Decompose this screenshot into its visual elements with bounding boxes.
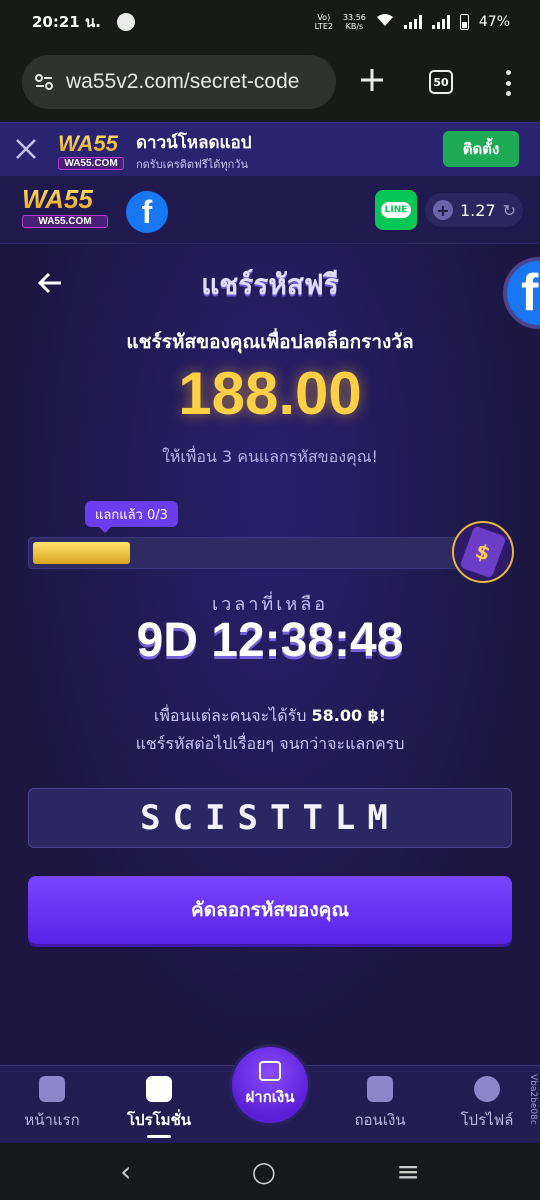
site-logo-text: WA55 [22, 184, 93, 214]
progress-badge: แลกแล้ว 0/3 [85, 501, 178, 533]
system-recents-icon[interactable]: ≡ [396, 1155, 419, 1188]
status-time: 20:21 น. [32, 13, 101, 31]
page-subtitle: แชร์รหัสของคุณเพื่อปลดล็อกรางวัล [126, 331, 414, 353]
progress-fill [33, 542, 130, 564]
line-notification-icon [116, 13, 135, 31]
active-indicator [147, 1135, 171, 1138]
line-label: LINE [380, 202, 412, 218]
balance-value: 1.27 [460, 200, 496, 220]
nav-withdraw[interactable]: ถอนเงิน [330, 1076, 430, 1132]
close-icon[interactable] [14, 137, 38, 161]
signal-icon-2 [431, 15, 450, 29]
home-icon [39, 1076, 65, 1102]
invite-text: ให้เพื่อน 3 คนแลกรหัสของคุณ! [162, 447, 378, 466]
network-speed: 33.56 KB/s [342, 13, 366, 31]
system-home-icon[interactable]: ○ [252, 1155, 276, 1188]
url-text[interactable]: wa55v2.com/secret-code [66, 70, 299, 94]
browser-toolbar: wa55v2.com/secret-code 50 [0, 44, 540, 122]
refresh-icon[interactable]: ↻ [503, 201, 516, 220]
reward-amount: 188.00 [178, 360, 362, 427]
balance-pill[interactable]: + 1.27 ↻ [425, 193, 523, 227]
reward-card-icon: $ [452, 521, 514, 583]
tab-switcher-button[interactable]: 50 [429, 70, 453, 94]
line-icon[interactable]: LINE [375, 190, 417, 230]
info-line2: แชร์รหัสต่อไปเรื่อยๆ จนกว่าจะแลกครบ [135, 734, 405, 753]
wifi-icon [376, 13, 394, 31]
network-type: Vo) LTE2 [314, 13, 333, 31]
system-back-icon[interactable]: ‹ [120, 1155, 131, 1188]
download-subtitle: กดรับเครดิตฟรีได้ทุกวัน [136, 158, 248, 171]
countdown-timer: 9D 12:38:48 [136, 614, 404, 667]
status-bar: 20:21 น. Vo) LTE2 33.56 KB/s 47% [0, 0, 540, 44]
nav-deposit[interactable]: ฝากเงิน [229, 1044, 311, 1126]
signal-icon [403, 15, 422, 29]
logo-text: WA55 [58, 131, 118, 156]
main-content: แชร์รหัสฟรี f แชร์รหัสของคุณเพื่อปลดล็อก… [0, 245, 540, 1065]
nav-home-label: หน้าแรก [24, 1111, 80, 1129]
new-tab-icon[interactable] [358, 66, 386, 94]
logo-subtext: WA55.COM [58, 157, 124, 170]
url-bar[interactable]: wa55v2.com/secret-code [22, 55, 336, 109]
facebook-icon[interactable]: f [126, 191, 168, 233]
gift-icon [146, 1076, 172, 1102]
site-logo[interactable]: WA55 WA55.COM [22, 184, 108, 228]
battery-percent: 47% [478, 14, 510, 30]
site-settings-icon[interactable] [34, 72, 54, 92]
site-logo-subtext: WA55.COM [22, 215, 108, 228]
bottom-navigation: หน้าแรก โปรโมชั่น ฝากเงิน ถอนเงิน โปรไฟล… [0, 1044, 540, 1143]
app-logo: WA55 WA55.COM [58, 131, 124, 170]
info-line1-prefix: เพื่อนแต่ละคนจะได้รับ [153, 706, 307, 725]
nav-deposit-label: ฝากเงิน [245, 1088, 295, 1106]
progress-bar [28, 537, 478, 569]
info-text: เพื่อนแต่ละคนจะได้รับ 58.00 ฿! แชร์รหัสต… [0, 702, 540, 758]
build-code: Vba2be08c [528, 1074, 538, 1125]
secret-code-display[interactable]: SCISTTLM [28, 788, 512, 848]
more-menu-icon[interactable] [498, 70, 518, 96]
download-app-banner: WA55 WA55.COM ดาวน์โหลดแอป กดรับเครดิตฟร… [0, 122, 540, 176]
nav-profile[interactable]: โปรไฟล์ [437, 1076, 537, 1132]
copy-code-button[interactable]: คัดลอกรหัสของคุณ [28, 876, 512, 944]
profile-icon [474, 1076, 500, 1102]
nav-withdraw-label: ถอนเงิน [354, 1111, 406, 1129]
info-amount: 58.00 ฿! [311, 706, 387, 725]
status-right: Vo) LTE2 33.56 KB/s 47% [315, 13, 510, 31]
battery-icon [459, 14, 469, 30]
nav-profile-label: โปรไฟล์ [460, 1111, 514, 1129]
add-funds-icon[interactable]: + [433, 200, 453, 220]
install-button[interactable]: ติดตั้ง [443, 131, 519, 167]
wallet-icon [367, 1076, 393, 1102]
nav-promotions-label: โปรโมชั่น [126, 1111, 191, 1129]
page-title: แชร์รหัสฟรี [201, 268, 339, 301]
download-title: ดาวน์โหลดแอป [136, 133, 252, 153]
reward-card-symbol: $ [459, 525, 507, 579]
nav-promotions[interactable]: โปรโมชั่น [109, 1076, 209, 1138]
site-header: WA55 WA55.COM f LINE + 1.27 ↻ [0, 176, 540, 244]
nav-home[interactable]: หน้าแรก [2, 1076, 102, 1132]
deposit-icon [259, 1061, 281, 1081]
system-navigation: ‹ ○ ≡ [0, 1143, 540, 1200]
